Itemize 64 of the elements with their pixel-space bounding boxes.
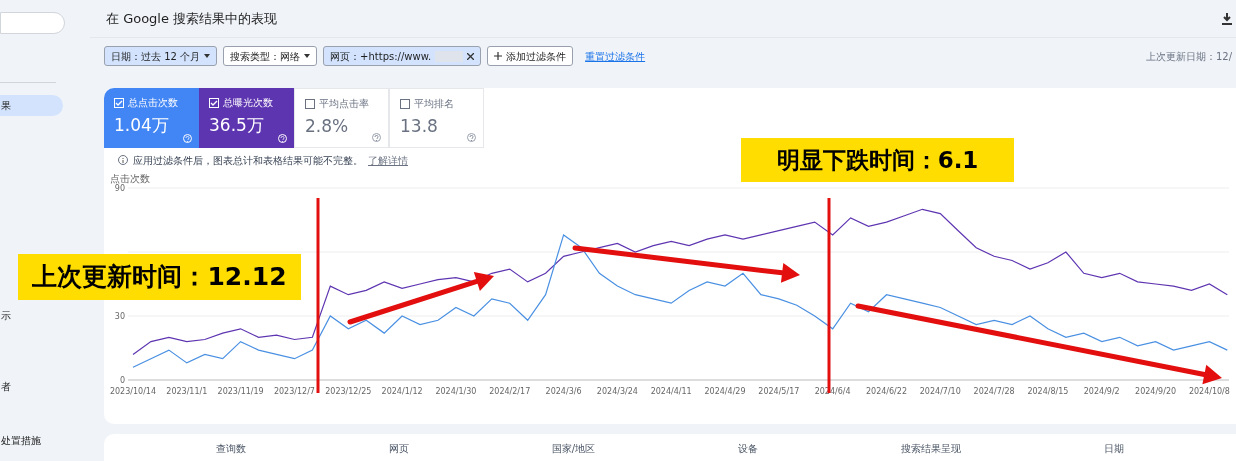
x-tick-label: 2024/1/12 (381, 387, 423, 396)
y-tick-label: 0 (119, 376, 125, 385)
x-tick-label: 2024/4/11 (650, 387, 692, 396)
metric-value: 2.8% (305, 115, 349, 138)
checkbox[interactable] (305, 98, 315, 109)
x-tick-label: 2023/10/14 (109, 387, 157, 396)
table-tab[interactable]: 搜索结果呈现 (901, 441, 962, 456)
x-tick-label: 2024/7/28 (973, 387, 1015, 396)
metric-value: 36.5万 (209, 114, 264, 137)
last-updated-text: 上次更新日期：12/ (1145, 49, 1232, 64)
filter-chip[interactable]: 日期：过去 12 个月 (104, 46, 218, 66)
sidebar-item[interactable]: 示 (0, 305, 63, 326)
caret-icon (304, 54, 311, 58)
sidebar-item[interactable]: 处置措施 (0, 430, 63, 451)
close-icon[interactable] (467, 52, 475, 60)
table-tab[interactable]: 网页 (388, 441, 409, 456)
x-tick-label: 2024/4/29 (704, 387, 746, 396)
x-tick-label: 2023/11/1 (166, 387, 208, 396)
metric-label: 平均点击率 (319, 97, 369, 111)
metric-label: 总点击次数 (128, 96, 178, 110)
metric-label: 平均排名 (414, 97, 454, 111)
sidebar-item[interactable]: 者 (0, 376, 63, 397)
x-tick-label: 2023/12/25 (325, 387, 372, 396)
x-tick-label: 2024/6/4 (814, 387, 851, 396)
caret-icon (204, 54, 211, 58)
x-tick-label: 2024/1/30 (435, 387, 477, 396)
sidebar-item[interactable]: 果 (0, 95, 63, 116)
reset-filters-link[interactable]: 重置过滤条件 (585, 48, 646, 64)
checkbox[interactable] (400, 98, 410, 109)
x-tick-label: 2024/7/10 (919, 387, 961, 396)
table-tab[interactable]: 设备 (738, 441, 759, 456)
page-title: 在 Google 搜索结果中的表现 (106, 9, 278, 28)
x-tick-label: 2024/10/8 (1188, 387, 1230, 396)
notice-text: 应用过滤条件后，图表总计和表格结果可能不完整。 (133, 153, 363, 168)
search-field[interactable] (0, 12, 65, 34)
y-tick-label: 30 (114, 312, 125, 321)
table-tab[interactable]: 日期 (1104, 441, 1125, 456)
x-tick-label: 2024/9/20 (1135, 387, 1177, 396)
x-tick-label: 2023/12/7 (273, 387, 315, 396)
download-icon[interactable] (1222, 12, 1232, 25)
x-tick-label: 2024/8/15 (1027, 387, 1069, 396)
annotation-label: 上次更新时间：12.12 (18, 254, 301, 300)
metric-value: 13.8 (400, 115, 438, 138)
metric-tile[interactable]: 平均排名 13.8 (389, 88, 484, 148)
x-tick-label: 2024/2/17 (489, 387, 531, 396)
learn-more-link[interactable]: 了解详情 (368, 152, 408, 168)
filter-chip[interactable]: 搜索类型：网络 (223, 46, 318, 66)
metric-tile[interactable]: 平均点击率 2.8% (294, 88, 389, 148)
metric-value: 1.04万 (114, 114, 169, 137)
plus-icon (494, 52, 503, 60)
table-tab[interactable]: 查询数 (215, 441, 246, 456)
x-tick-label: 2024/9/2 (1083, 387, 1120, 396)
filter-chip[interactable]: 网页：+https://www. (323, 46, 482, 66)
axis-title: 点击次数 (110, 174, 150, 184)
x-tick-label: 2024/6/22 (865, 387, 907, 396)
table-tab[interactable]: 国家/地区 (551, 441, 596, 456)
metric-label: 总曝光次数 (223, 96, 273, 110)
annotation-label: 明显下跌时间：6.1 (741, 138, 1014, 182)
x-tick-label: 2023/11/19 (217, 387, 264, 396)
y-tick-label: 90 (114, 184, 125, 193)
add-filter-button[interactable]: 添加过滤条件 (487, 46, 574, 66)
x-tick-label: 2024/5/17 (758, 387, 800, 396)
x-tick-label: 2024/3/24 (596, 387, 638, 396)
x-tick-label: 2024/3/6 (545, 387, 582, 396)
